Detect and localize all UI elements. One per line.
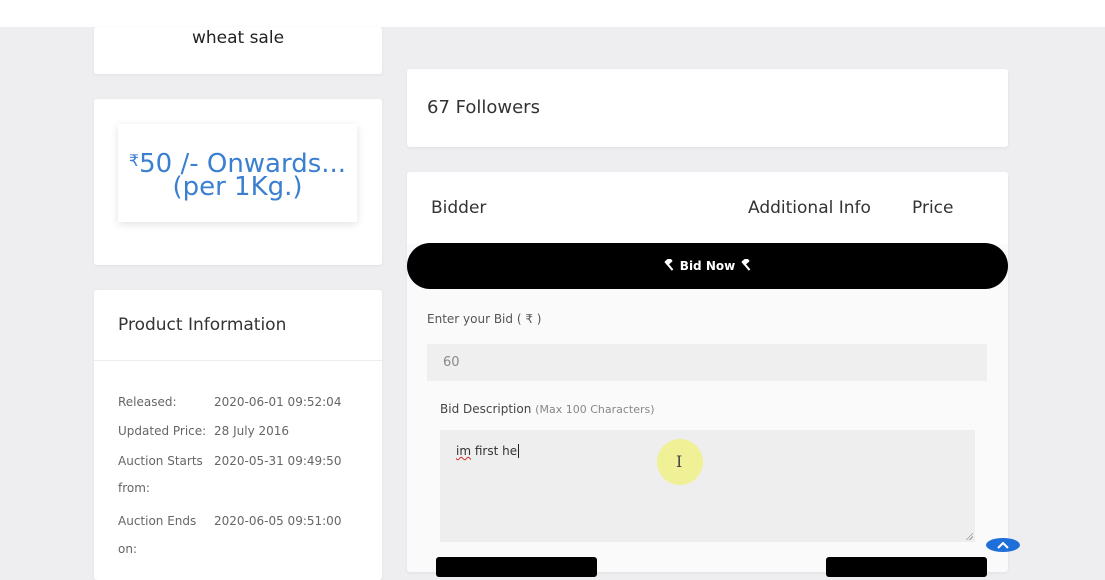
info-label: Updated Price: xyxy=(118,424,207,438)
info-label: on: xyxy=(118,542,137,556)
form-button-right[interactable] xyxy=(826,557,987,577)
product-title: wheat sale xyxy=(191,28,285,48)
product-information-heading: Product Information xyxy=(118,315,287,335)
scroll-to-top-button[interactable] xyxy=(986,538,1020,552)
column-price: Price xyxy=(912,198,954,218)
bid-description-hint: (Max 100 Characters) xyxy=(535,403,655,416)
ibeam-cursor-icon: I xyxy=(676,452,683,471)
followers-text: 67 Followers xyxy=(427,97,540,118)
followers-label: Followers xyxy=(455,97,540,118)
info-label: Auction Ends xyxy=(118,514,197,528)
chevron-up-icon xyxy=(997,541,1009,549)
enter-bid-label: Enter your Bid ( ₹ ) xyxy=(427,312,542,326)
bids-table-header: Bidder Additional Info Price xyxy=(407,172,1008,244)
price-card: ₹50 /- Onwards... (per 1Kg.) xyxy=(94,99,382,265)
followers-count: 67 xyxy=(427,97,450,118)
info-value: 2020-06-05 09:51:00 xyxy=(214,514,342,528)
text-caret xyxy=(518,444,520,458)
info-value: 2020-06-01 09:52:04 xyxy=(214,395,342,409)
resize-grip-icon[interactable] xyxy=(965,532,973,540)
info-value: 28 July 2016 xyxy=(214,424,290,438)
form-button-left[interactable] xyxy=(436,557,597,577)
description-text: first he xyxy=(471,444,518,458)
description-text-misspelled: im xyxy=(456,444,472,458)
gavel-icon xyxy=(739,257,753,274)
divider xyxy=(94,360,382,361)
column-bidder: Bidder xyxy=(431,198,487,218)
gavel-icon xyxy=(662,257,676,274)
bid-amount-input[interactable] xyxy=(427,344,987,381)
rupee-icon: ₹ xyxy=(128,151,140,170)
bid-description-label: Bid Description (Max 100 Characters) xyxy=(440,402,655,416)
info-label: Released: xyxy=(118,395,177,409)
price-unit: (per 1Kg.) xyxy=(172,172,303,202)
product-information-card: Product Information Released: 2020-06-01… xyxy=(94,290,382,580)
product-title-card: wheat sale xyxy=(94,27,382,74)
bid-now-button[interactable]: Bid Now xyxy=(407,243,1008,289)
info-label: from: xyxy=(118,481,150,495)
column-additional-info: Additional Info xyxy=(748,198,871,218)
bid-description-title: Bid Description xyxy=(440,402,532,416)
info-value: 2020-05-31 09:49:50 xyxy=(214,454,342,468)
followers-card: 67 Followers xyxy=(407,69,1008,147)
bid-now-label: Bid Now xyxy=(679,259,736,273)
price-box: ₹50 /- Onwards... (per 1Kg.) xyxy=(118,124,357,222)
bid-description-textarea[interactable]: im first he xyxy=(440,430,975,542)
info-label: Auction Starts xyxy=(118,454,203,468)
top-bar xyxy=(0,0,1105,27)
